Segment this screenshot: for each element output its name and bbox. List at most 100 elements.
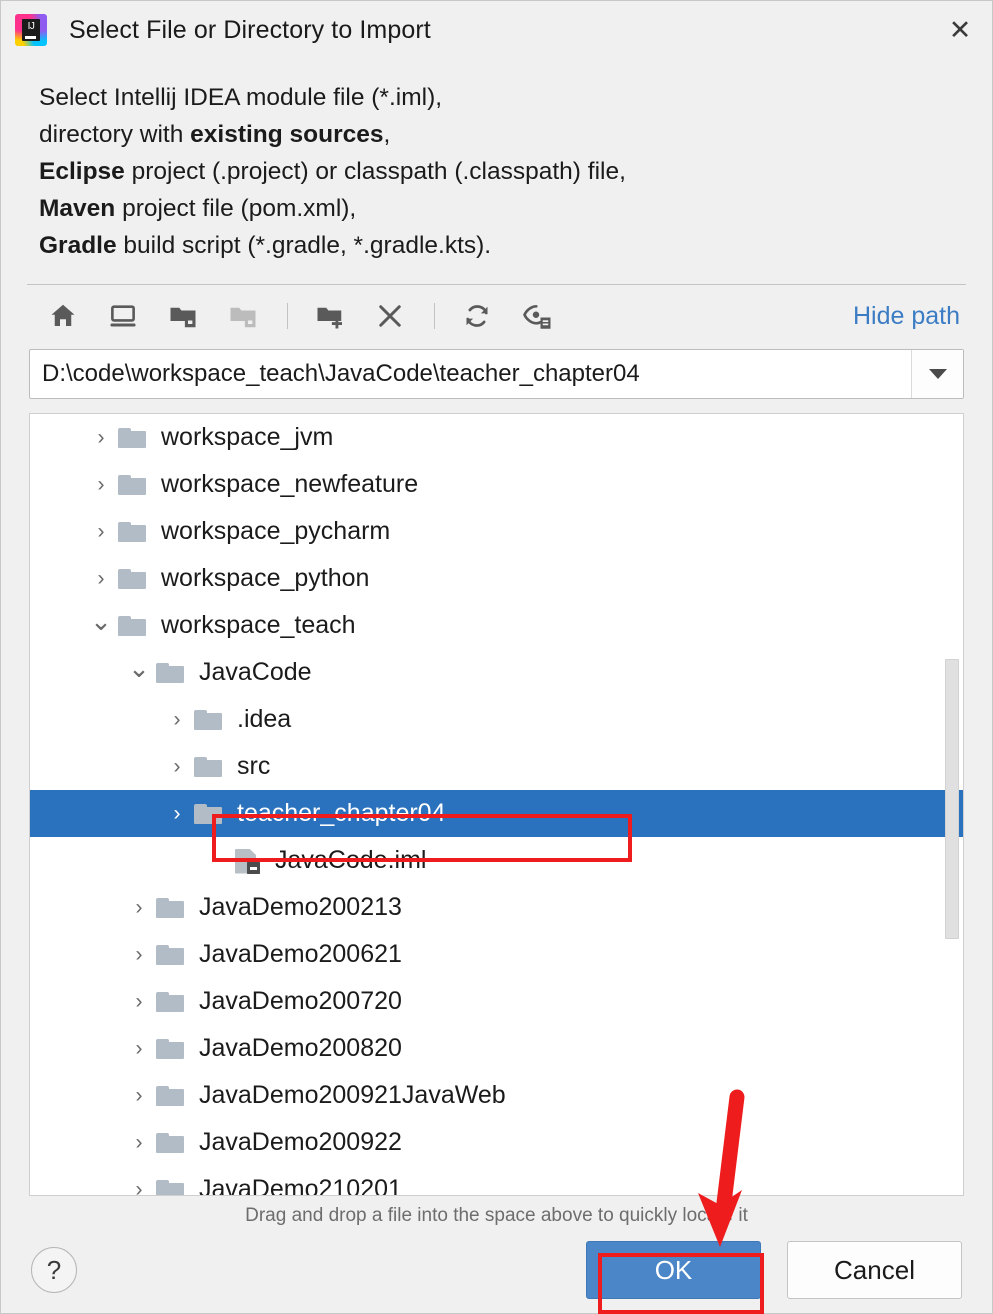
close-icon[interactable]: ✕ xyxy=(928,1,992,59)
folder-icon xyxy=(116,519,150,545)
tree-row-label: workspace_jvm xyxy=(161,423,334,451)
tree-row[interactable]: › JavaDemo200720 xyxy=(30,978,963,1025)
description-line-5-bold: Gradle xyxy=(39,232,117,259)
description-line-5: Gradle build script (*.gradle, *.gradle.… xyxy=(39,227,992,264)
ok-button[interactable]: OK xyxy=(586,1241,761,1299)
tree-row-label: workspace_newfeature xyxy=(161,470,419,498)
chevron-right-icon[interactable]: › xyxy=(124,1132,154,1153)
show-hidden-files-icon[interactable] xyxy=(515,294,559,338)
chevron-right-icon[interactable]: › xyxy=(86,427,116,448)
tree-row[interactable]: › JavaDemo200820 xyxy=(30,1025,963,1072)
chevron-right-icon[interactable]: › xyxy=(124,1038,154,1059)
chevron-right-icon[interactable]: › xyxy=(124,991,154,1012)
chevron-down-icon[interactable]: ⌄ xyxy=(86,608,116,634)
description-line-4-suffix: project file (pom.xml), xyxy=(115,195,357,222)
chevron-down-icon[interactable]: ⌄ xyxy=(124,655,154,681)
tree-row-label: JavaCode.iml xyxy=(275,846,427,874)
folder-icon xyxy=(154,1177,188,1195)
import-file-dialog: IJ Select File or Directory to Import ✕ … xyxy=(0,0,993,1314)
iml-badge xyxy=(250,866,257,870)
chevron-right-icon[interactable]: › xyxy=(162,709,192,730)
chevron-right-icon[interactable]: › xyxy=(86,521,116,542)
path-field[interactable] xyxy=(29,349,964,399)
delete-icon[interactable] xyxy=(368,294,412,338)
chevron-right-icon[interactable]: › xyxy=(86,474,116,495)
desktop-icon[interactable] xyxy=(101,294,145,338)
tree-row[interactable]: › teacher_chapter04 xyxy=(30,790,963,837)
tree-row[interactable]: ⌄ JavaCode xyxy=(30,649,963,696)
chevron-right-icon[interactable]: › xyxy=(124,1179,154,1195)
folder-icon xyxy=(154,895,188,921)
folder-icon xyxy=(154,1083,188,1109)
tree-row[interactable]: › JavaDemo200922 xyxy=(30,1119,963,1166)
dialog-description: Select Intellij IDEA module file (*.iml)… xyxy=(1,59,992,264)
tree-row[interactable]: › workspace_jvm xyxy=(30,414,963,461)
tree-scrollbar-thumb[interactable] xyxy=(945,659,959,939)
tree-row[interactable]: › .idea xyxy=(30,696,963,743)
file-tree-panel: › workspace_jvm › workspace_newfeature › work… xyxy=(29,413,964,1196)
description-line-2-suffix: , xyxy=(383,121,391,148)
chevron-right-icon[interactable]: › xyxy=(86,568,116,589)
tree-row[interactable]: › JavaDemo200921JavaWeb xyxy=(30,1072,963,1119)
description-line-4-bold: Maven xyxy=(39,195,116,222)
folder-icon xyxy=(116,566,150,592)
help-button[interactable]: ? xyxy=(31,1247,77,1293)
description-line-5-suffix: build script (*.gradle, *.gradle.kts). xyxy=(116,232,492,259)
tree-row-label: teacher_chapter04 xyxy=(237,799,446,827)
tree-row-label: JavaDemo200621 xyxy=(199,940,402,968)
tree-row-label: .idea xyxy=(237,705,292,733)
folder-icon xyxy=(116,472,150,498)
app-icon-bar xyxy=(25,36,36,39)
tree-row[interactable]: JavaCode.iml xyxy=(30,837,963,884)
tree-row-label: JavaDemo200213 xyxy=(199,893,402,921)
folder-icon xyxy=(154,989,188,1015)
tree-row-label: JavaDemo200820 xyxy=(199,1034,402,1062)
chevron-right-icon[interactable]: › xyxy=(162,803,192,824)
folder-icon xyxy=(116,613,150,639)
tree-row[interactable]: › src xyxy=(30,743,963,790)
chevron-right-icon[interactable]: › xyxy=(124,897,154,918)
description-line-3-bold: Eclipse xyxy=(39,158,125,185)
chevron-right-icon[interactable]: › xyxy=(162,756,192,777)
tree-row[interactable]: › JavaDemo200621 xyxy=(30,931,963,978)
refresh-icon[interactable] xyxy=(455,294,499,338)
tree-row[interactable]: › workspace_newfeature xyxy=(30,461,963,508)
iml-file-icon xyxy=(230,848,264,874)
toolbar-separator-2 xyxy=(434,303,435,329)
tree-row-label: workspace_pycharm xyxy=(161,517,391,545)
tree-row-label: workspace_python xyxy=(161,564,370,592)
folder-icon xyxy=(154,942,188,968)
description-line-1-text: Select Intellij IDEA module file (*.iml)… xyxy=(39,84,443,111)
drag-drop-hint: Drag and drop a file into the space abov… xyxy=(245,1205,748,1226)
chevron-right-icon[interactable]: › xyxy=(124,944,154,965)
dialog-buttons: ? OK Cancel xyxy=(1,1227,992,1313)
tree-row[interactable]: ⌄ workspace_teach xyxy=(30,602,963,649)
path-dropdown-button[interactable] xyxy=(911,350,963,398)
new-folder-icon[interactable] xyxy=(308,294,352,338)
toolbar-separator-1 xyxy=(287,303,288,329)
folder-icon xyxy=(154,1036,188,1062)
path-row xyxy=(1,349,992,399)
project-folder-icon[interactable] xyxy=(161,294,205,338)
description-line-3-suffix: project (.project) or classpath (.classp… xyxy=(124,158,626,185)
tree-row-label: workspace_teach xyxy=(161,611,356,639)
tree-row-label: JavaDemo200720 xyxy=(199,987,402,1015)
tree-row-label: JavaCode xyxy=(199,658,312,686)
chevron-down-icon xyxy=(928,369,947,379)
description-line-4: Maven project file (pom.xml), xyxy=(39,190,992,227)
tree-scrollbar[interactable] xyxy=(944,414,961,1195)
tree-row[interactable]: › workspace_python xyxy=(30,555,963,602)
folder-icon xyxy=(192,754,226,780)
path-input[interactable] xyxy=(30,350,911,398)
tree-row[interactable]: › JavaDemo210201 xyxy=(30,1166,963,1195)
tree-row-label: JavaDemo210201 xyxy=(199,1175,402,1195)
tree-row[interactable]: › workspace_pycharm xyxy=(30,508,963,555)
tree-row[interactable]: › JavaDemo200213 xyxy=(30,884,963,931)
chevron-right-icon[interactable]: › xyxy=(124,1085,154,1106)
intellij-idea-icon: IJ xyxy=(15,14,47,46)
folder-icon xyxy=(192,801,226,827)
cancel-button[interactable]: Cancel xyxy=(787,1241,962,1299)
home-icon[interactable] xyxy=(41,294,85,338)
hide-path-link[interactable]: Hide path xyxy=(853,302,960,331)
file-tree[interactable]: › workspace_jvm › workspace_newfeature › work… xyxy=(30,414,963,1195)
